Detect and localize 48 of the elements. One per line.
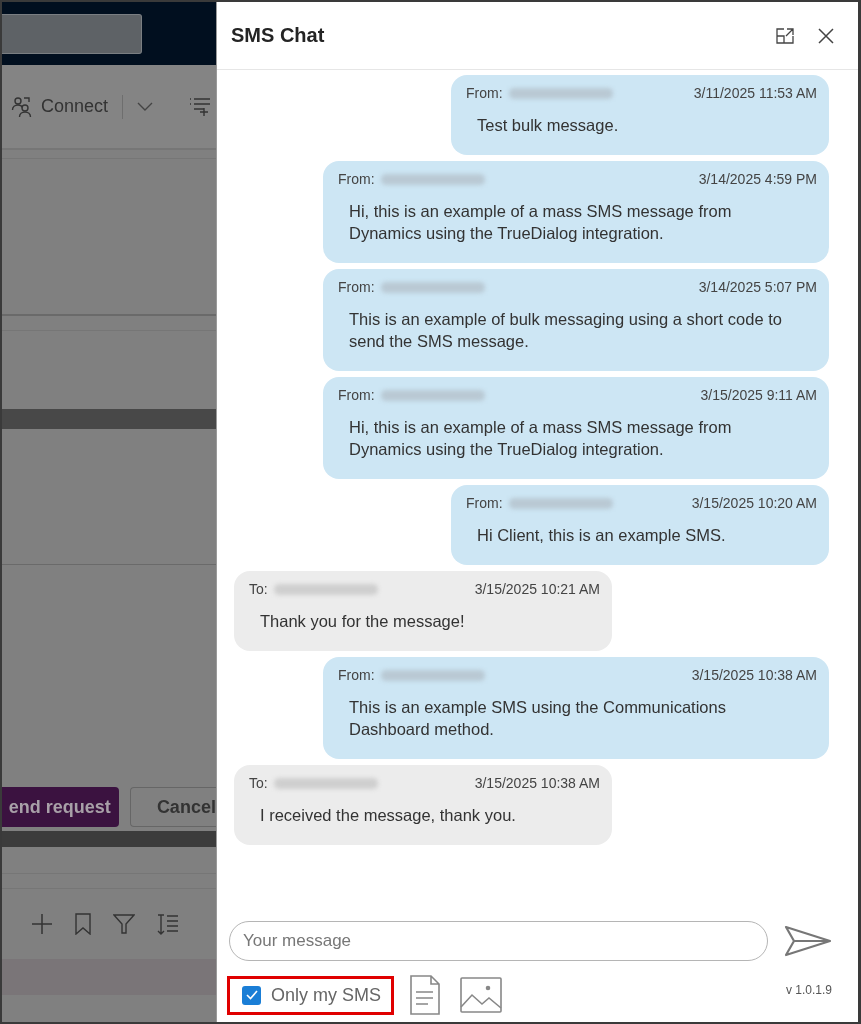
message-text: I received the message, thank you. (260, 805, 517, 826)
sender-label: From: (338, 667, 375, 683)
close-button[interactable] (818, 27, 834, 44)
image-icon[interactable] (460, 977, 502, 1013)
chevron-down-icon[interactable] (137, 101, 154, 112)
message-text: This is an example SMS using the Communications Dashboard method. (349, 697, 727, 740)
message-text: Hi Client, this is an example SMS. (477, 525, 727, 546)
send-button[interactable] (784, 925, 832, 957)
message-timestamp: 3/15/2025 10:38 AM (690, 667, 817, 683)
pop-out-icon (776, 27, 794, 44)
send-icon (784, 925, 832, 957)
document-icon[interactable] (410, 975, 440, 1015)
message-timestamp: 3/15/2025 10:20 AM (690, 495, 817, 511)
message-timestamp: 3/14/2025 4:59 PM (697, 171, 817, 187)
connect-label[interactable]: Connect (41, 96, 109, 117)
sender-label: From: (338, 387, 375, 403)
version-label: v 1.0.1.9 (785, 983, 832, 997)
sender-label: From: (338, 171, 375, 187)
bookmark-icon[interactable] (75, 913, 91, 935)
add-icon[interactable] (31, 913, 53, 935)
close-icon (818, 27, 834, 44)
list-add-icon[interactable] (189, 96, 212, 117)
sort-icon[interactable] (157, 913, 179, 935)
message-timestamp: 3/14/2025 5:07 PM (697, 279, 817, 295)
sender-label: To: (249, 581, 268, 597)
message-text: Hi, this is an example of a mass SMS message from Dynamics using the TrueDialog integration. (349, 417, 733, 460)
message-text: Thank you for the message! (260, 611, 466, 632)
message-timestamp: 3/15/2025 9:11 AM (699, 387, 817, 403)
cancel-button[interactable]: Cancel (129, 787, 216, 827)
filter-icon[interactable] (113, 914, 135, 934)
message-input[interactable]: Your message (229, 921, 768, 961)
message-timestamp: 3/15/2025 10:38 AM (473, 775, 600, 791)
pop-out-button[interactable] (776, 27, 794, 44)
message-timestamp: 3/15/2025 10:21 AM (473, 581, 600, 597)
sender-label: From: (338, 279, 375, 295)
only-my-sms-checkbox[interactable]: Only my SMS (242, 984, 381, 1006)
sender-label: From: (466, 85, 503, 101)
checkmark-icon (245, 990, 258, 1000)
message-text: Test bulk message. (477, 115, 620, 136)
message-text: This is an example of bulk messaging using a short code to send the SMS message. (349, 309, 783, 352)
sender-label: To: (249, 775, 268, 791)
send-request-button[interactable]: end request (2, 787, 119, 827)
search-field[interactable] (2, 13, 142, 54)
message-timestamp: 3/11/2025 11:53 AM (692, 85, 817, 101)
sender-label: From: (466, 495, 503, 511)
message-text: Hi, this is an example of a mass SMS message from Dynamics using the TrueDialog integration. (349, 201, 733, 244)
people-icon (11, 95, 33, 118)
panel-title: SMS Chat (231, 24, 325, 47)
